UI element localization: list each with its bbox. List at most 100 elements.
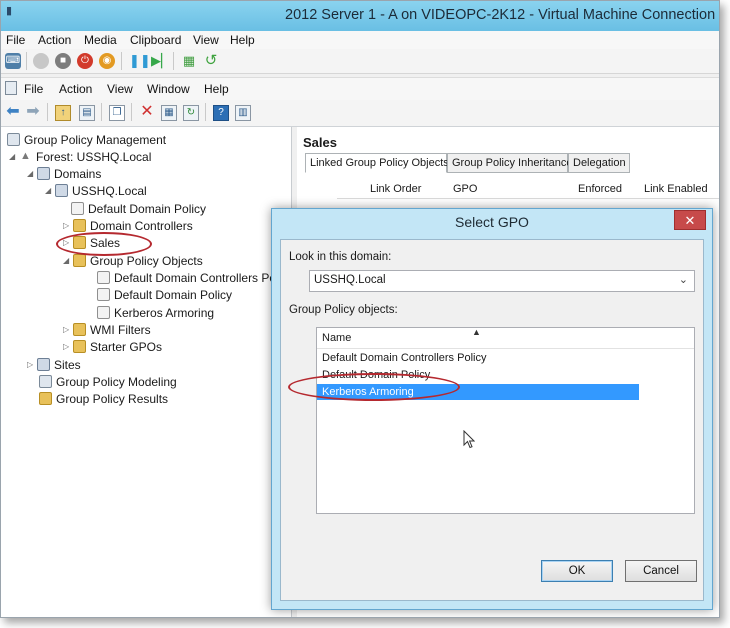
- vm-menu-help[interactable]: Help: [230, 33, 255, 47]
- vm-menu-bar: File Action Media Clipboard View Help: [1, 31, 719, 49]
- collapse-arrow-icon[interactable]: ▷: [63, 221, 73, 230]
- mmc-menu-view[interactable]: View: [107, 82, 133, 96]
- copy-icon[interactable]: ❐: [109, 105, 125, 121]
- pause-icon[interactable]: ❚❚: [129, 53, 151, 69]
- modeling-icon: [39, 375, 52, 389]
- expand-arrow-icon[interactable]: ◢: [9, 152, 19, 161]
- tree-item-sites[interactable]: ▷ Sites: [27, 357, 81, 374]
- mmc-menu-action[interactable]: Action: [59, 82, 92, 96]
- tree-item-domains[interactable]: ◢ Domains: [27, 166, 101, 183]
- tab-gp-inheritance[interactable]: Group Policy Inheritance: [447, 153, 572, 173]
- console-tree: Group Policy Management ◢ ▲ Forest: USSHQ.…: [1, 127, 292, 617]
- refresh-icon[interactable]: ↻: [183, 105, 199, 121]
- expand-arrow-icon[interactable]: ◢: [45, 186, 55, 195]
- ou-icon: [73, 219, 86, 233]
- tree-item-gpm-root[interactable]: Group Policy Management: [7, 132, 166, 149]
- save-state-icon[interactable]: ◉: [99, 53, 115, 69]
- folder-icon: [73, 254, 86, 268]
- cancel-button[interactable]: Cancel: [625, 560, 697, 582]
- toolbar-separator: [26, 52, 27, 70]
- col-name[interactable]: Name: [322, 332, 351, 344]
- tree-item-gpo-kerberos-armoring[interactable]: Kerberos Armoring: [97, 305, 214, 322]
- ok-button[interactable]: OK: [541, 560, 613, 582]
- collapse-arrow-icon[interactable]: ▷: [63, 325, 73, 334]
- domain-dropdown[interactable]: USSHQ.Local ⌄: [309, 270, 695, 292]
- mmc-menu-window[interactable]: Window: [147, 82, 190, 96]
- vm-menu-clipboard[interactable]: Clipboard: [130, 33, 181, 47]
- start-icon[interactable]: [33, 53, 49, 69]
- look-in-label: Look in this domain:: [289, 251, 392, 263]
- console-view-icon[interactable]: ▥: [235, 105, 251, 121]
- back-arrow-icon[interactable]: ⬅: [5, 104, 21, 121]
- toolbar-separator: [205, 103, 206, 121]
- tree-item-forest[interactable]: ◢ ▲ Forest: USSHQ.Local: [9, 149, 151, 166]
- domain-icon: [55, 184, 68, 198]
- shutdown-icon[interactable]: ⏻: [77, 53, 93, 69]
- gpo-list-header: Name ▲: [317, 327, 694, 349]
- mmc-menu-bar: File Action View Window Help: [1, 77, 719, 100]
- ctrl-alt-del-icon[interactable]: ⌨: [5, 53, 21, 69]
- tree-item-gp-results[interactable]: Group Policy Results: [39, 391, 168, 408]
- tree-item-gpo-default-domain-policy[interactable]: Default Domain Policy: [97, 287, 232, 304]
- col-gpo[interactable]: GPO: [453, 183, 477, 195]
- close-button[interactable]: ✕: [674, 210, 706, 230]
- dialog-title[interactable]: Select GPO: [272, 209, 712, 235]
- collapse-arrow-icon[interactable]: ▷: [63, 342, 73, 351]
- gpo-link-icon: [71, 202, 84, 216]
- tree-item-gp-modeling[interactable]: Group Policy Modeling: [39, 374, 177, 391]
- vm-window-title: 2012 Server 1 - A on VIDEOPC-2K12 - Virt…: [285, 7, 716, 23]
- col-link-order[interactable]: Link Order: [370, 183, 421, 195]
- mmc-menu-help[interactable]: Help: [204, 82, 229, 96]
- vm-menu-action[interactable]: Action: [38, 33, 71, 47]
- revert-icon[interactable]: ↺: [203, 53, 219, 69]
- tab-linked-gpos[interactable]: Linked Group Policy Objects: [305, 153, 449, 173]
- list-item[interactable]: Default Domain Controllers Policy: [317, 350, 639, 366]
- up-folder-icon[interactable]: ↑: [55, 105, 71, 121]
- show-hide-tree-icon[interactable]: ▤: [79, 105, 95, 121]
- reset-icon[interactable]: ▶▏: [151, 53, 171, 69]
- expand-arrow-icon[interactable]: ◢: [27, 169, 37, 178]
- tree-item-starter-gpos[interactable]: ▷ Starter GPOs: [63, 339, 162, 356]
- tree-item-usshq-local[interactable]: ◢ USSHQ.Local: [45, 183, 147, 200]
- results-icon: [39, 392, 52, 406]
- gpo-list[interactable]: Name ▲ Default Domain Controllers Policy…: [316, 327, 695, 514]
- collapse-arrow-icon[interactable]: ▷: [27, 360, 37, 369]
- domain-dropdown-value: USSHQ.Local: [314, 274, 386, 286]
- tab-delegation[interactable]: Delegation: [568, 153, 630, 173]
- gpo-icon: [97, 271, 110, 285]
- vm-menu-view[interactable]: View: [193, 33, 219, 47]
- linked-gpo-table-header: Link Order GPO Enforced Link Enabled: [337, 180, 719, 199]
- gpm-icon: [7, 133, 20, 147]
- gpo-icon: [97, 306, 110, 320]
- vm-menu-file[interactable]: File: [6, 33, 25, 47]
- tree-item-group-policy-objects[interactable]: ◢ Group Policy Objects: [63, 253, 203, 270]
- col-link-enabled[interactable]: Link Enabled: [644, 183, 708, 195]
- mmc-menu-file[interactable]: File: [24, 82, 43, 96]
- checkpoint-icon[interactable]: ▦: [181, 53, 197, 69]
- gpo-objects-label: Group Policy objects:: [289, 304, 398, 316]
- highlight-ring-kerberos: [288, 373, 460, 401]
- toolbar-separator: [101, 103, 102, 121]
- tree-item-wmi-filters[interactable]: ▷ WMI Filters: [63, 322, 151, 339]
- forward-arrow-icon[interactable]: ➡: [25, 104, 41, 121]
- toolbar-separator: [121, 52, 122, 70]
- mmc-app-icon: [5, 81, 17, 95]
- mmc-toolbar: ⬅ ➡ ↑ ▤ ❐ ✕ ▦ ↻ ? ▥: [1, 100, 719, 127]
- chevron-down-icon[interactable]: ⌄: [679, 273, 688, 286]
- col-enforced[interactable]: Enforced: [578, 183, 622, 195]
- help-icon[interactable]: ?: [213, 105, 229, 121]
- properties-icon[interactable]: ▦: [161, 105, 177, 121]
- gpo-icon: [97, 288, 110, 302]
- turn-off-icon[interactable]: ■: [55, 53, 71, 69]
- expand-arrow-icon[interactable]: ◢: [63, 256, 73, 265]
- vm-app-icon: ▮: [6, 5, 13, 17]
- vm-menu-media[interactable]: Media: [84, 33, 117, 47]
- toolbar-separator: [131, 103, 132, 121]
- details-tabs: Linked Group Policy Objects Group Policy…: [301, 153, 719, 173]
- vm-connection-window: ▮ 2012 Server 1 - A on VIDEOPC-2K12 - Vi…: [0, 0, 720, 618]
- vm-title-bar[interactable]: ▮ 2012 Server 1 - A on VIDEOPC-2K12 - Vi…: [1, 1, 719, 31]
- select-gpo-dialog: Select GPO ✕ Look in this domain: USSHQ.…: [271, 208, 713, 610]
- tree-item-default-domain-policy-link[interactable]: Default Domain Policy: [71, 201, 206, 218]
- delete-icon[interactable]: ✕: [139, 104, 155, 121]
- tree-item-gpo-default-domain-controllers[interactable]: Default Domain Controllers Po: [97, 270, 276, 287]
